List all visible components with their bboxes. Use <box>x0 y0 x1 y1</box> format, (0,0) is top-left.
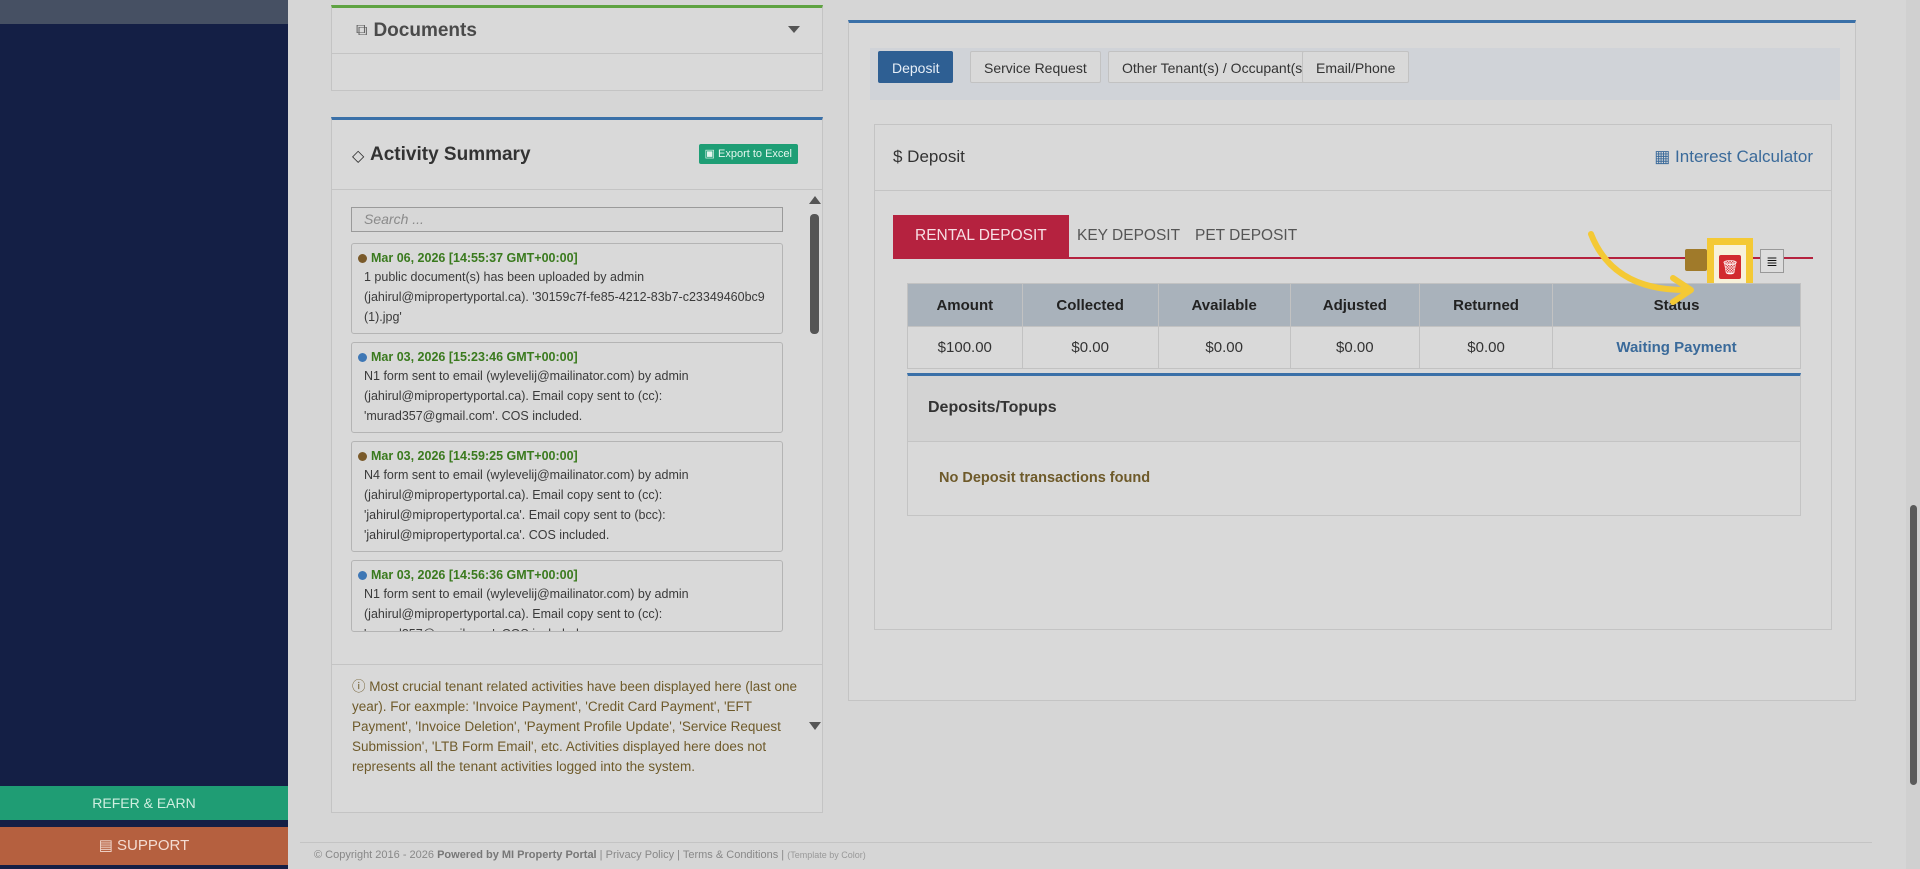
activity-title: Activity Summary <box>370 144 531 165</box>
activity-list: Mar 06, 2026 [14:55:37 GMT+00:00] 1 publ… <box>351 243 783 640</box>
cell-amount: $100.00 <box>907 326 1023 369</box>
deposit-title: $ Deposit <box>893 147 965 166</box>
list-item: Mar 06, 2026 [14:55:37 GMT+00:00] 1 publ… <box>351 243 783 334</box>
copyright-text: © Copyright 2016 - 2026 <box>314 849 435 861</box>
table-row: $100.00 $0.00 $0.00 $0.00 $0.00 Waiting … <box>907 326 1801 369</box>
activity-date: Mar 06, 2026 [14:55:37 GMT+00:00] <box>371 251 578 265</box>
tab-other-tenants[interactable]: Other Tenant(s) / Occupant(s) <box>1108 51 1321 83</box>
documents-title: Documents <box>373 19 477 41</box>
page-scrollbar[interactable] <box>1906 0 1920 869</box>
deposits-topups-panel: Deposits/Topups No Deposit transactions … <box>907 373 1801 516</box>
documents-icon: ⧉ <box>356 21 368 39</box>
activity-scrollbar[interactable] <box>807 192 821 730</box>
tab-rental-deposit[interactable]: RENTAL DEPOSIT <box>893 215 1069 257</box>
cell-available: $0.00 <box>1157 326 1291 369</box>
tenant-detail-panel: Deposit Service Request Other Tenant(s) … <box>848 20 1856 701</box>
scroll-up-icon[interactable] <box>809 196 821 204</box>
delete-button[interactable]: 🗑 <box>1719 255 1741 279</box>
col-adjusted: Adjusted <box>1289 283 1421 327</box>
status-dot-icon <box>358 352 367 362</box>
detail-tabs: Deposit Service Request Other Tenant(s) … <box>870 48 1840 100</box>
tab-email-phone[interactable]: Email/Phone <box>1302 51 1410 83</box>
activity-search-input[interactable]: Search ... <box>351 207 783 232</box>
status-dot-icon <box>358 570 367 580</box>
excel-icon: ▣ <box>704 148 715 160</box>
page-scroll-thumb[interactable] <box>1910 505 1917 785</box>
topups-empty-message: No Deposit transactions found <box>939 470 1151 486</box>
list-icon: ≣ <box>1766 253 1778 269</box>
activity-date: Mar 03, 2026 [14:59:25 GMT+00:00] <box>371 449 578 463</box>
list-item: Mar 03, 2026 [14:59:25 GMT+00:00] N4 for… <box>351 441 783 552</box>
page-footer: © Copyright 2016 - 2026 Powered by MI Pr… <box>300 842 1872 861</box>
info-icon: ⓘ <box>352 679 366 694</box>
activity-text: N1 form sent to email (wylevelij@mailina… <box>364 369 689 423</box>
activity-summary-panel: ◇ Activity Summary ▣ Export to Excel Sea… <box>331 117 823 813</box>
status-link[interactable]: Waiting Payment <box>1616 339 1736 356</box>
cell-collected: $0.00 <box>1021 326 1159 369</box>
col-collected: Collected <box>1021 283 1159 327</box>
trash-icon: 🗑 <box>1721 259 1739 275</box>
status-dot-icon <box>358 253 367 263</box>
activity-text: N4 form sent to email (wylevelij@mailina… <box>364 468 689 542</box>
sidebar: REFER & EARN ▤ SUPPORT <box>0 0 288 869</box>
activity-scroll-thumb[interactable] <box>810 214 819 334</box>
list-view-button[interactable]: ≣ <box>1760 249 1784 273</box>
export-excel-button[interactable]: ▣ Export to Excel <box>698 144 798 164</box>
cell-adjusted: $0.00 <box>1289 326 1421 369</box>
terms-link[interactable]: Terms & Conditions <box>683 849 778 861</box>
list-item: Mar 03, 2026 [15:23:46 GMT+00:00] N1 for… <box>351 342 783 433</box>
activity-note-text: Most crucial tenant related activities h… <box>352 679 798 774</box>
annotation-arrow-icon <box>1588 231 1694 305</box>
deposit-panel: $ Deposit ▦ Interest Calculator RENTAL D… <box>874 124 1832 630</box>
activity-date: Mar 03, 2026 [14:56:36 GMT+00:00] <box>371 568 578 582</box>
status-dot-icon <box>358 451 367 461</box>
template-credit: (Template by Color) <box>787 850 866 860</box>
calculator-label: Interest Calculator <box>1675 147 1813 166</box>
support-label: SUPPORT <box>117 837 190 854</box>
book-icon: ▤ <box>98 837 113 854</box>
activity-icon: ◇ <box>352 148 365 165</box>
calculator-icon: ▦ <box>1654 147 1671 166</box>
refer-earn-button[interactable]: REFER & EARN <box>0 786 288 820</box>
cell-returned: $0.00 <box>1419 326 1553 369</box>
export-label: Export to Excel <box>718 148 792 160</box>
tab-deposit[interactable]: Deposit <box>878 51 954 83</box>
activity-note: ⓘ Most crucial tenant related activities… <box>332 664 822 812</box>
col-available: Available <box>1157 283 1291 327</box>
sidebar-header <box>0 0 288 24</box>
list-item: Mar 03, 2026 [14:56:36 GMT+00:00] N1 for… <box>351 560 783 632</box>
cell-status[interactable]: Waiting Payment <box>1552 326 1801 369</box>
interest-calculator-link[interactable]: ▦ Interest Calculator <box>1654 147 1813 167</box>
privacy-link[interactable]: Privacy Policy <box>606 849 674 861</box>
tab-pet-deposit[interactable]: PET DEPOSIT <box>1173 215 1319 257</box>
documents-panel: ⧉ Documents <box>331 5 823 91</box>
col-returned: Returned <box>1419 283 1553 327</box>
activity-text: 1 public document(s) has been uploaded b… <box>364 270 765 324</box>
support-button[interactable]: ▤ SUPPORT <box>0 827 288 865</box>
chevron-down-icon[interactable] <box>788 26 800 33</box>
topups-title: Deposits/Topups <box>908 376 1800 442</box>
col-amount: Amount <box>907 283 1023 327</box>
activity-date: Mar 03, 2026 [15:23:46 GMT+00:00] <box>371 350 578 364</box>
activity-header: ◇ Activity Summary ▣ Export to Excel <box>332 120 822 190</box>
deposit-header: $ Deposit ▦ Interest Calculator <box>875 125 1831 191</box>
powered-by-text: Powered by MI Property Portal <box>437 849 597 861</box>
documents-header[interactable]: ⧉ Documents <box>332 8 822 54</box>
tab-service-request[interactable]: Service Request <box>970 51 1101 83</box>
activity-text: N1 form sent to email (wylevelij@mailina… <box>364 587 689 631</box>
